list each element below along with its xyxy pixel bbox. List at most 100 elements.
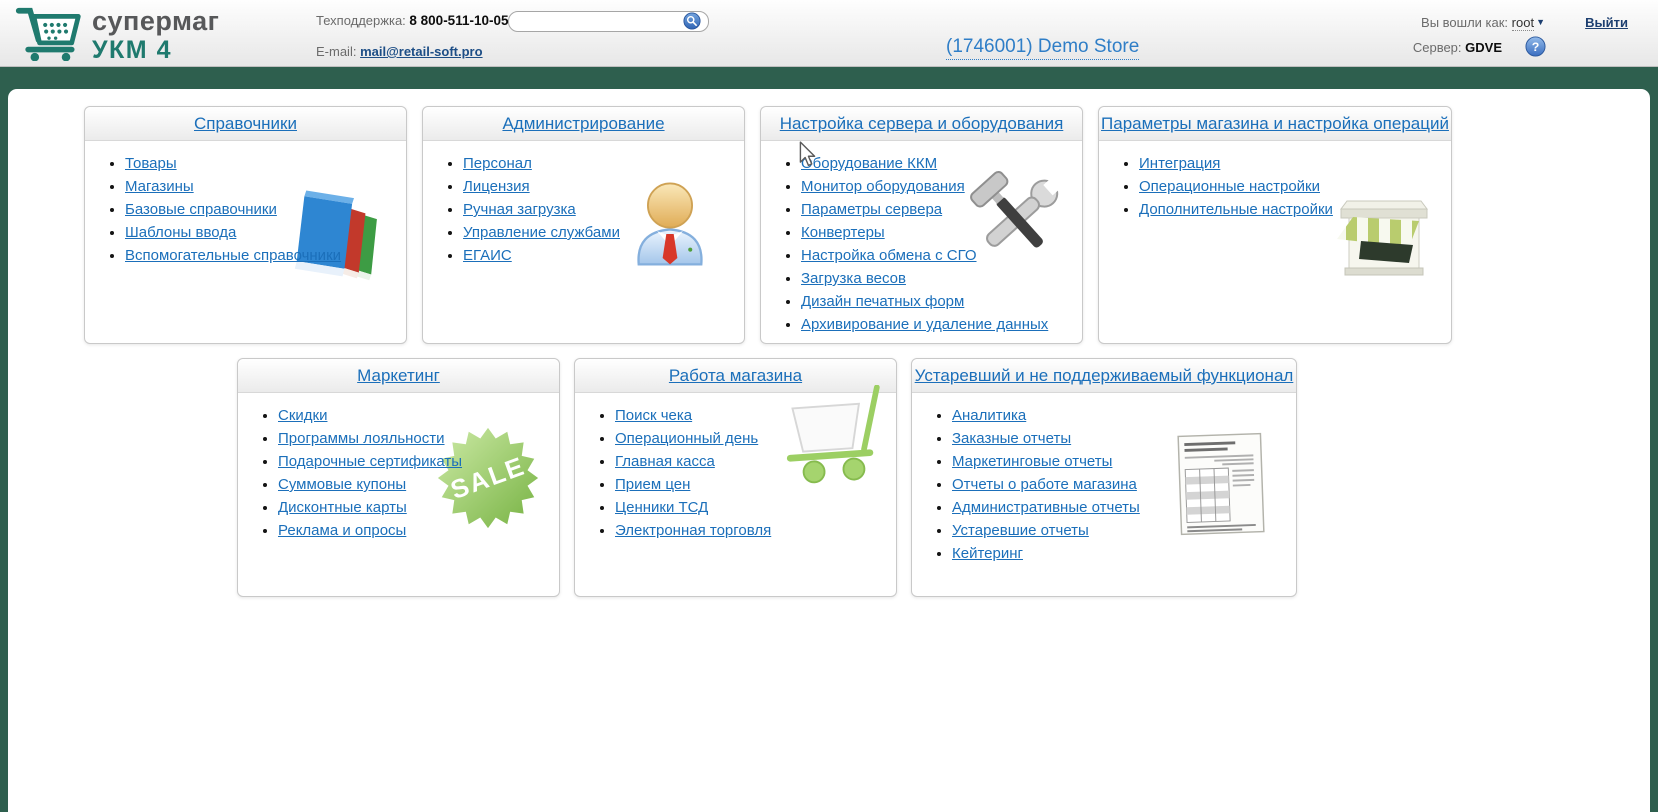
card-link[interactable]: Скидки [278, 407, 327, 424]
card-link[interactable]: Загрузка весов [801, 270, 906, 287]
card-link[interactable]: Параметры сервера [801, 201, 942, 218]
cards-row-2: Маркетинг Скидки Программы лояльности Подар… [8, 344, 1650, 597]
card-link[interactable]: Операционные настройки [1139, 178, 1320, 195]
list-item: Главная касса [615, 450, 896, 473]
card-link[interactable]: Настройка обмена с СГО [801, 247, 977, 264]
store-title-link[interactable]: (1746001) Demo Store [946, 36, 1139, 60]
list-item: Товары [125, 152, 406, 175]
card-link[interactable]: ЕГАИС [463, 247, 512, 264]
list-item: Скидки [278, 404, 559, 427]
card-link[interactable]: Магазины [125, 178, 194, 195]
card-link[interactable]: Товары [125, 155, 177, 172]
help-glyph: ? [1532, 40, 1540, 54]
card-link[interactable]: Реклама и опросы [278, 522, 406, 539]
card-link[interactable]: Ценники ТСД [615, 499, 708, 516]
card-link[interactable]: Шаблоны ввода [125, 224, 236, 241]
search-input[interactable] [508, 11, 709, 32]
card-link-list: Аналитика Заказные отчеты Маркетинговые от… [912, 404, 1296, 565]
list-item: Интеграция [1139, 152, 1451, 175]
top-header-bar: супермаг УКМ 4 Техподдержка: 8 800-511-1… [0, 0, 1658, 67]
list-item: Суммовые купоны [278, 473, 559, 496]
card-title-link-store-parameters[interactable]: Параметры магазина и настройка операций [1101, 114, 1449, 133]
card-link[interactable]: Оборудование ККМ [801, 155, 937, 172]
card-title-link-legacy-functional[interactable]: Устаревший и не поддерживаемый функциона… [915, 366, 1294, 385]
card-title-link-server-and-hardware[interactable]: Настройка сервера и оборудования [780, 114, 1064, 133]
search-button[interactable] [683, 12, 701, 30]
page: супермаг УКМ 4 Техподдержка: 8 800-511-1… [0, 0, 1658, 812]
list-item: Аналитика [952, 404, 1296, 427]
logo-line1: супермаг [92, 8, 219, 35]
list-item: Отчеты о работе магазина [952, 473, 1296, 496]
list-item: Управление службами [463, 221, 744, 244]
card-link[interactable]: Поиск чека [615, 407, 692, 424]
list-item: Лицензия [463, 175, 744, 198]
list-item: Дополнительные настройки [1139, 198, 1451, 221]
card-link[interactable]: Аналитика [952, 407, 1026, 424]
card-link[interactable]: Монитор оборудования [801, 178, 965, 195]
card-title-link-directories[interactable]: Справочники [194, 114, 297, 133]
card-link-list: Персонал Лицензия Ручная загрузка Управлени… [423, 152, 744, 267]
card-link-list: Оборудование ККМ Монитор оборудования Пара… [761, 152, 1082, 336]
card-link[interactable]: Суммовые купоны [278, 476, 406, 493]
card-header: Устаревший и не поддерживаемый функциона… [912, 359, 1296, 393]
card-link-list: Товары Магазины Базовые справочники Шаблоны… [85, 152, 406, 267]
card-link[interactable]: Отчеты о работе магазина [952, 476, 1137, 493]
card-link[interactable]: Электронная торговля [615, 522, 771, 539]
logo-line2: УКМ 4 [92, 38, 219, 63]
list-item: Загрузка весов [801, 267, 1082, 290]
card-link[interactable]: Базовые справочники [125, 201, 277, 218]
card-title-link-store-operation[interactable]: Работа магазина [669, 366, 802, 385]
card-link[interactable]: Устаревшие отчеты [952, 522, 1089, 539]
list-item: Вспомогательные справочники [125, 244, 406, 267]
card-link[interactable]: Управление службами [463, 224, 620, 241]
card-legacy-functional: Устаревший и не поддерживаемый функциона… [911, 358, 1297, 597]
list-item: Ценники ТСД [615, 496, 896, 519]
card-header: Параметры магазина и настройка операций [1099, 107, 1451, 141]
logged-in-label: Вы вошли как: [1421, 15, 1508, 30]
card-link[interactable]: Дисконтные карты [278, 499, 407, 516]
card-link[interactable]: Программы лояльности [278, 430, 445, 447]
mouse-cursor [799, 141, 816, 172]
card-title-link-administration[interactable]: Администрирование [502, 114, 664, 133]
card-link[interactable]: Прием цен [615, 476, 690, 493]
list-item: Архивирование и удаление данных [801, 313, 1082, 336]
logged-in-line: Вы вошли как: root▼ [1421, 15, 1545, 30]
list-item: Маркетинговые отчеты [952, 450, 1296, 473]
list-item: Электронная торговля [615, 519, 896, 542]
card-link[interactable]: Лицензия [463, 178, 530, 195]
list-item: Кейтеринг [952, 542, 1296, 565]
chevron-down-icon[interactable]: ▼ [1536, 17, 1545, 27]
list-item: Дизайн печатных форм [801, 290, 1082, 313]
card-link[interactable]: Конвертеры [801, 224, 885, 241]
email-link[interactable]: mail@retail-soft.pro [360, 44, 482, 59]
card-link[interactable]: Персонал [463, 155, 532, 172]
card-link[interactable]: Кейтеринг [952, 545, 1023, 562]
card-link[interactable]: Интеграция [1139, 155, 1220, 172]
card-title-link-marketing[interactable]: Маркетинг [357, 366, 440, 385]
server-label: Сервер: [1413, 40, 1462, 55]
card-link[interactable]: Ручная загрузка [463, 201, 576, 218]
card-link[interactable]: Подарочные сертификаты [278, 453, 462, 470]
card-link[interactable]: Маркетинговые отчеты [952, 453, 1112, 470]
list-item: Шаблоны ввода [125, 221, 406, 244]
help-button[interactable]: ? [1525, 36, 1546, 57]
card-link[interactable]: Операционный день [615, 430, 758, 447]
card-link[interactable]: Дополнительные настройки [1139, 201, 1333, 218]
user-menu-link[interactable]: root [1512, 15, 1534, 31]
card-header: Справочники [85, 107, 406, 141]
list-item: Операционный день [615, 427, 896, 450]
card-link[interactable]: Вспомогательные справочники [125, 247, 341, 264]
card-link[interactable]: Дизайн печатных форм [801, 293, 964, 310]
server-line: Сервер: GDVE [1413, 40, 1502, 55]
card-link[interactable]: Архивирование и удаление данных [801, 316, 1048, 333]
list-item: Базовые справочники [125, 198, 406, 221]
card-link[interactable]: Заказные отчеты [952, 430, 1071, 447]
search-icon [683, 18, 701, 33]
list-item: Магазины [125, 175, 406, 198]
card-directories: Справочники Товары Магазины Базовые справоч… [84, 106, 407, 344]
card-link[interactable]: Административные отчеты [952, 499, 1140, 516]
card-administration: Администрирование Персонал Лицензия Ручная … [422, 106, 745, 344]
list-item: Монитор оборудования [801, 175, 1082, 198]
card-link[interactable]: Главная касса [615, 453, 715, 470]
logout-link[interactable]: Выйти [1585, 15, 1628, 30]
